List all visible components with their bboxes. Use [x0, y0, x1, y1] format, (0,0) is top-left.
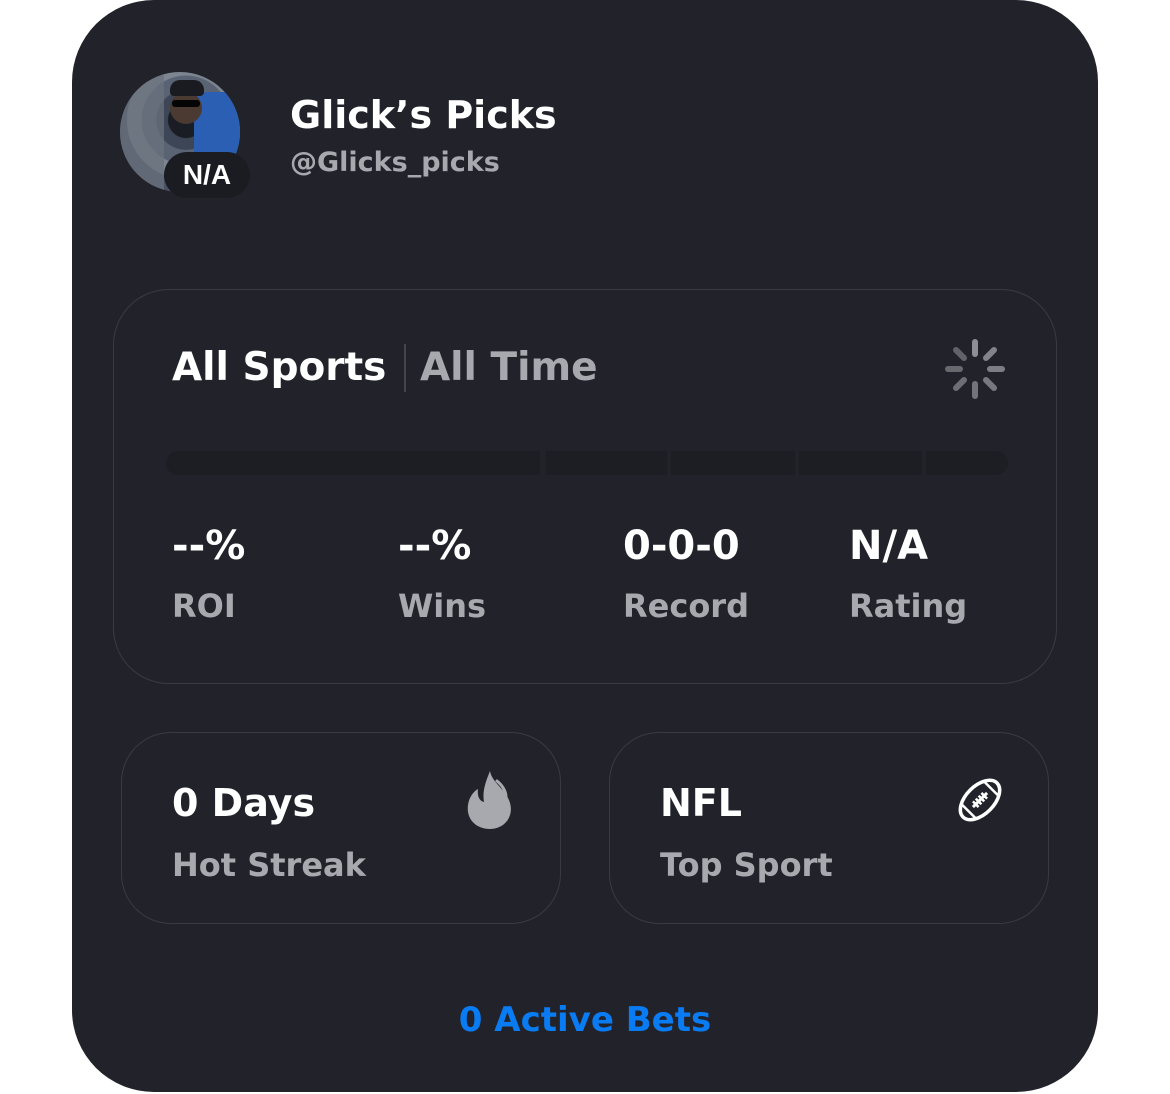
top-sport-label: Top Sport [660, 846, 833, 884]
avatar-background [120, 72, 164, 192]
avatar-face [170, 92, 202, 124]
profile-handle[interactable]: @Glicks_picks [290, 144, 500, 182]
progress-segment [671, 451, 795, 475]
top-sport-card[interactable]: NFL Top Sport [609, 732, 1049, 924]
sport-filter[interactable]: All Sports [172, 342, 386, 394]
hot-streak-value: 0 Days [172, 781, 316, 825]
time-filter[interactable]: All Time [420, 342, 598, 394]
hot-streak-card[interactable]: 0 Days Hot Streak [121, 732, 561, 924]
progress-segment [799, 451, 922, 475]
rating-badge: N/A [164, 152, 250, 198]
avatar-hat [170, 80, 204, 96]
stat-label: Wins [398, 587, 487, 625]
football-icon [958, 778, 1002, 822]
stat-value: --% [172, 523, 246, 569]
filter-divider [404, 344, 406, 392]
stat-label: Record [623, 587, 749, 625]
progress-segment [546, 451, 667, 475]
top-sport-value: NFL [660, 781, 742, 825]
record-progress-bar [166, 451, 1008, 475]
progress-segment [926, 451, 1008, 475]
stat-wins: --% Wins [398, 520, 608, 626]
stat-rating: N/A Rating [849, 520, 1059, 626]
active-bets-link[interactable]: 0 Active Bets [72, 996, 1098, 1044]
loading-spinner-icon [945, 339, 1005, 399]
stat-value: 0-0-0 [623, 523, 740, 569]
flame-icon [467, 771, 511, 829]
progress-segment [166, 451, 540, 475]
stat-roi: --% ROI [172, 520, 382, 626]
hot-streak-label: Hot Streak [172, 846, 366, 884]
profile-name[interactable]: Glick’s Picks [290, 90, 557, 140]
profile-card: N/A Glick’s Picks @Glicks_picks All Spor… [72, 0, 1098, 1092]
stat-label: ROI [172, 587, 236, 625]
stat-value: N/A [849, 523, 929, 569]
stat-record: 0-0-0 Record [623, 520, 833, 626]
avatar-glasses [172, 100, 200, 107]
stats-panel: All Sports All Time --% ROI --% Wins 0-0… [113, 289, 1057, 684]
stat-label: Rating [849, 587, 968, 625]
stat-value: --% [398, 523, 472, 569]
